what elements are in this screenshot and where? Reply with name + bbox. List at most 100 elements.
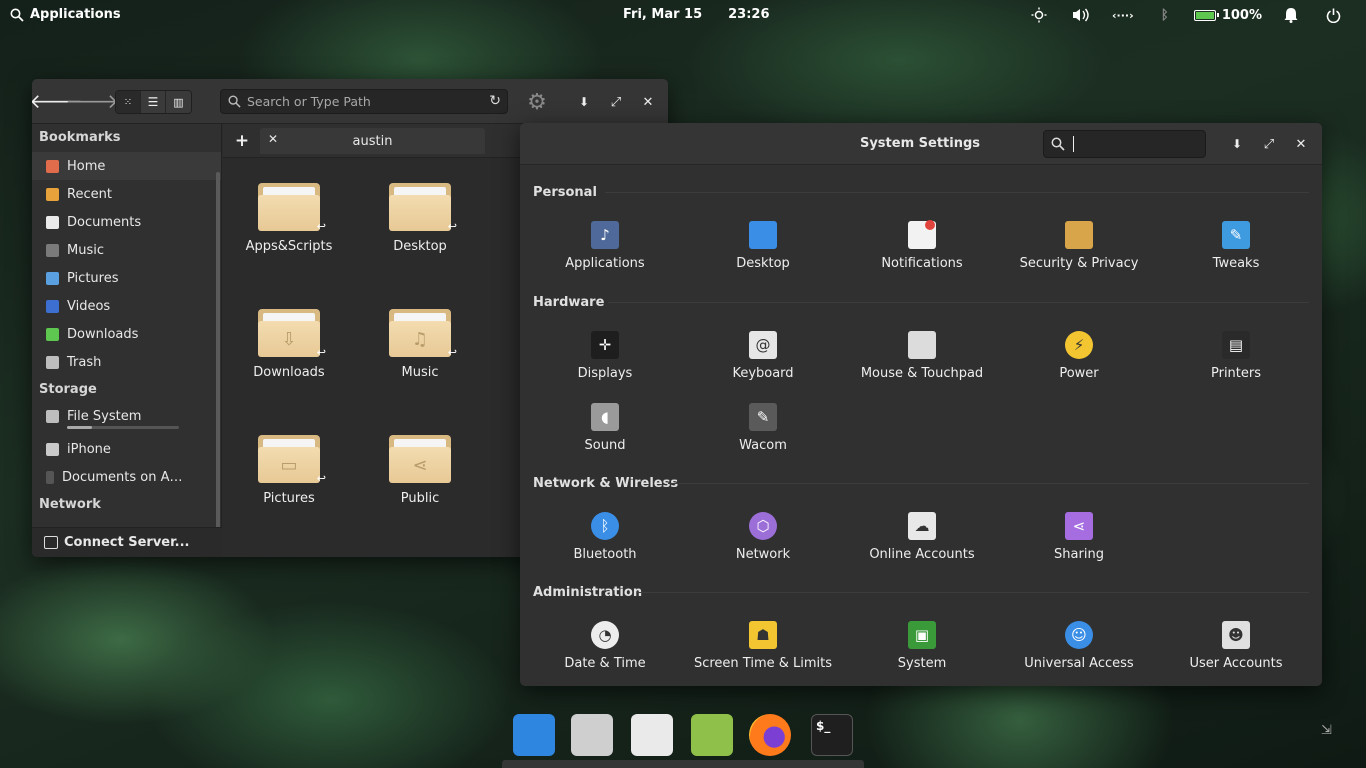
connect-server-button[interactable]: Connect Server... <box>32 527 222 557</box>
sidebar-item-pictures[interactable]: Pictures <box>32 264 221 292</box>
sidebar-item-label: Downloads <box>67 326 139 342</box>
bluetooth-icon: ᛒ <box>591 512 619 540</box>
settings-item-universal-access[interactable]: ☺ Universal Access <box>999 621 1159 671</box>
settings-item-notifications[interactable]: Notifications <box>842 220 1002 271</box>
settings-item-printers[interactable]: ▤ Printers <box>1156 331 1316 381</box>
sidebar-item-label: Home <box>67 158 106 174</box>
list-view-button[interactable]: ☰ <box>141 91 166 113</box>
settings-item-label: Bluetooth <box>573 547 637 562</box>
videos-icon <box>46 299 59 313</box>
settings-item-sharing[interactable]: ⋖ Sharing <box>999 512 1159 562</box>
folder-emblem-icon: ▭ <box>280 454 298 476</box>
folder-item[interactable]: ♫ ↩ Music <box>355 309 485 380</box>
system-tray: ‹···› ᛒ 100% <box>1018 5 1354 25</box>
device-icon <box>46 470 54 484</box>
battery-indicator[interactable]: 100% <box>1193 7 1262 23</box>
applications-menu[interactable]: Applications <box>10 7 121 22</box>
settings-item-applications[interactable]: ♪ Applications <box>525 221 685 271</box>
settings-item-date-time[interactable]: ◔ Date & Time <box>525 621 685 671</box>
notifications-icon[interactable] <box>1270 5 1312 25</box>
dock-terminal-icon[interactable]: $_ <box>811 714 853 756</box>
folder-item[interactable]: ↩ Apps&Scripts <box>224 183 354 254</box>
settings-item-security-privacy[interactable]: Security & Privacy <box>999 221 1159 271</box>
forward-button[interactable]: 🡒 <box>65 89 119 113</box>
settings-item-label: Mouse & Touchpad <box>860 366 984 381</box>
sidebar-item-file-system[interactable]: File System <box>32 404 221 435</box>
settings-item-network[interactable]: ⬡ Network <box>683 512 843 562</box>
settings-item-mouse-touchpad[interactable]: Mouse & Touchpad <box>842 331 1002 381</box>
settings-item-online-accounts[interactable]: ☁ Online Accounts <box>842 512 1002 562</box>
network-icon: ⬡ <box>749 512 777 540</box>
settings-menu-button[interactable]: ⚙ <box>525 90 549 115</box>
settings-maximize-button[interactable]: ⤢ <box>1259 134 1279 154</box>
sidebar-item-downloads[interactable]: Downloads <box>32 320 221 348</box>
settings-item-screen-time-limits[interactable]: ☗ Screen Time & Limits <box>683 621 843 671</box>
top-panel: Applications Fri, Mar 15 23:26 ‹···› ᛒ 1… <box>0 0 1366 30</box>
settings-item-power[interactable]: ⚡ Power <box>999 331 1159 381</box>
settings-item-displays[interactable]: ✛ Displays <box>525 331 685 381</box>
brightness-icon[interactable] <box>1018 5 1060 25</box>
network-icon[interactable]: ‹···› <box>1102 5 1144 25</box>
sidebar-item-documents[interactable]: Documents <box>32 208 221 236</box>
dock-appcenter-icon[interactable] <box>691 714 733 756</box>
tab-close-icon[interactable]: ✕ <box>268 132 278 146</box>
settings-item-label: Notifications <box>881 256 963 271</box>
settings-item-bluetooth[interactable]: ᛒ Bluetooth <box>525 512 685 562</box>
folder-item[interactable]: ▭ ↩ Pictures <box>224 435 354 506</box>
sidebar-item-trash[interactable]: Trash <box>32 348 221 376</box>
maximize-button[interactable]: ⤢ <box>606 92 626 112</box>
path-search-input[interactable]: Search or Type Path ↻ <box>220 89 508 114</box>
expand-icon: ⤢ <box>1263 136 1275 152</box>
close-button[interactable]: ✕ <box>638 92 658 112</box>
folder-item[interactable]: ⋖ Public <box>355 435 485 506</box>
folder-label: Public <box>400 491 440 506</box>
home-icon <box>46 159 59 173</box>
volume-icon[interactable] <box>1060 5 1102 25</box>
sidebar-scrollbar[interactable] <box>216 172 220 550</box>
settings-item-keyboard[interactable]: @ Keyboard <box>683 331 843 381</box>
battery-percent: 100% <box>1221 7 1262 23</box>
power-icon[interactable] <box>1312 5 1354 25</box>
folder-item[interactable]: ↩ Desktop <box>355 183 485 254</box>
settings-item-label: Desktop <box>736 256 790 271</box>
tab-austin[interactable]: ✕ austin <box>260 128 485 154</box>
sidebar-item-videos[interactable]: Videos <box>32 292 221 320</box>
dock-multitasking-view-icon[interactable] <box>513 714 555 756</box>
settings-item-system[interactable]: ▣ System <box>842 621 1002 671</box>
folder-item[interactable]: ⇩ ↩ Downloads <box>224 309 354 380</box>
settings-item-user-accounts[interactable]: ☻ User Accounts <box>1156 621 1316 671</box>
universal-access-icon: ☺ <box>1065 621 1093 649</box>
minimize-button[interactable]: ⬇ <box>574 92 594 112</box>
dock-files-icon[interactable] <box>571 714 613 756</box>
settings-item-desktop[interactable]: Desktop <box>683 221 843 271</box>
sidebar-item-recent[interactable]: Recent <box>32 180 221 208</box>
settings-minimize-button[interactable]: ⬇ <box>1227 134 1247 154</box>
folder-label: Desktop <box>393 239 447 254</box>
bluetooth-icon[interactable]: ᛒ <box>1144 5 1186 25</box>
settings-item-tweaks[interactable]: ✎ Tweaks <box>1156 221 1316 271</box>
sidebar-item-label: Pictures <box>67 270 119 286</box>
sidebar-item-music[interactable]: Music <box>32 236 221 264</box>
sidebar-item-iphone[interactable]: iPhone <box>32 435 221 463</box>
column-view-button[interactable]: ▥ <box>166 91 191 113</box>
dock-system-settings-icon[interactable] <box>631 714 673 756</box>
network-heading: Network <box>39 497 101 512</box>
new-tab-button[interactable]: + <box>233 131 251 151</box>
sidebar-item-documents-on-device[interactable]: Documents on A… <box>32 463 221 491</box>
settings-item-label: Date & Time <box>564 656 646 671</box>
clock[interactable]: Fri, Mar 15 23:26 <box>623 7 770 22</box>
settings-item-sound[interactable]: ◖ Sound <box>525 403 685 453</box>
settings-close-button[interactable]: ✕ <box>1291 134 1311 154</box>
close-icon: ✕ <box>1295 136 1307 152</box>
settings-item-label: User Accounts <box>1189 656 1283 671</box>
music-icon <box>46 243 59 257</box>
dock-firefox-icon[interactable] <box>749 714 791 756</box>
reload-icon[interactable]: ↻ <box>489 93 501 109</box>
downloads-icon <box>46 327 59 341</box>
printers-icon: ▤ <box>1222 331 1250 359</box>
settings-item-wacom[interactable]: ✎ Wacom <box>683 403 843 453</box>
sidebar-item-home[interactable]: Home <box>32 152 221 180</box>
symlink-icon: ↩ <box>316 220 326 233</box>
settings-search-input[interactable] <box>1043 130 1206 158</box>
icon-view-button[interactable]: ⁙ <box>116 91 141 113</box>
